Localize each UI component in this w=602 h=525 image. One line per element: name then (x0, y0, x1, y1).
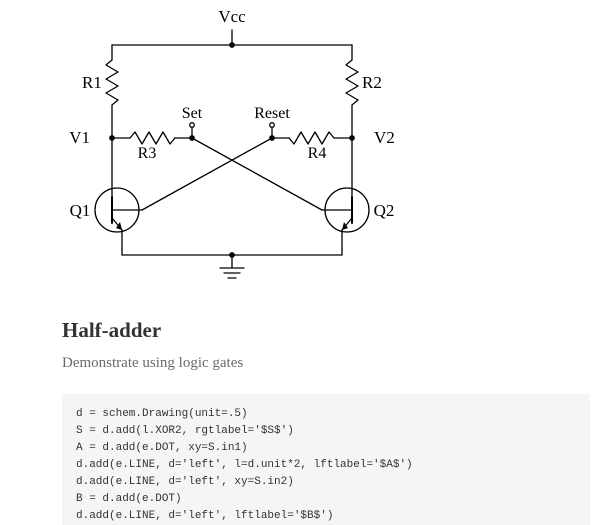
v1-label: V1 (69, 128, 90, 147)
set-label: Set (182, 105, 203, 122)
code-line: d.add(e.LINE, d='left', xy=S.in2) (76, 476, 294, 488)
code-line: B = d.add(e.DOT) (76, 493, 182, 505)
r1-label: R1 (82, 73, 102, 92)
reset-label: Reset (254, 105, 290, 122)
flip-flop-diagram: Vcc R1 V1 R2 V2 (62, 0, 402, 290)
q2-label: Q2 (374, 201, 395, 220)
code-line: d.add(e.LINE, d='left', lftlabel='$B$') (76, 510, 333, 522)
v2-label: V2 (374, 128, 395, 147)
section-heading: Half-adder (62, 318, 602, 343)
code-line: d = schem.Drawing(unit=.5) (76, 408, 248, 420)
vcc-label: Vcc (218, 7, 246, 26)
section-description: Demonstrate using logic gates (62, 355, 602, 372)
code-line: S = d.add(l.XOR2, rgtlabel='$S$') (76, 425, 294, 437)
code-line: d.add(e.LINE, d='left', l=d.unit*2, lftl… (76, 459, 413, 471)
code-line: A = d.add(e.DOT, xy=S.in1) (76, 442, 248, 454)
r2-label: R2 (362, 73, 382, 92)
code-block: d = schem.Drawing(unit=.5) S = d.add(l.X… (62, 394, 590, 525)
circuit-schematic: Vcc R1 V1 R2 V2 (62, 0, 602, 290)
q1-label: Q1 (70, 201, 91, 220)
r3-label: R3 (138, 145, 157, 162)
r4-label: R4 (308, 145, 327, 162)
